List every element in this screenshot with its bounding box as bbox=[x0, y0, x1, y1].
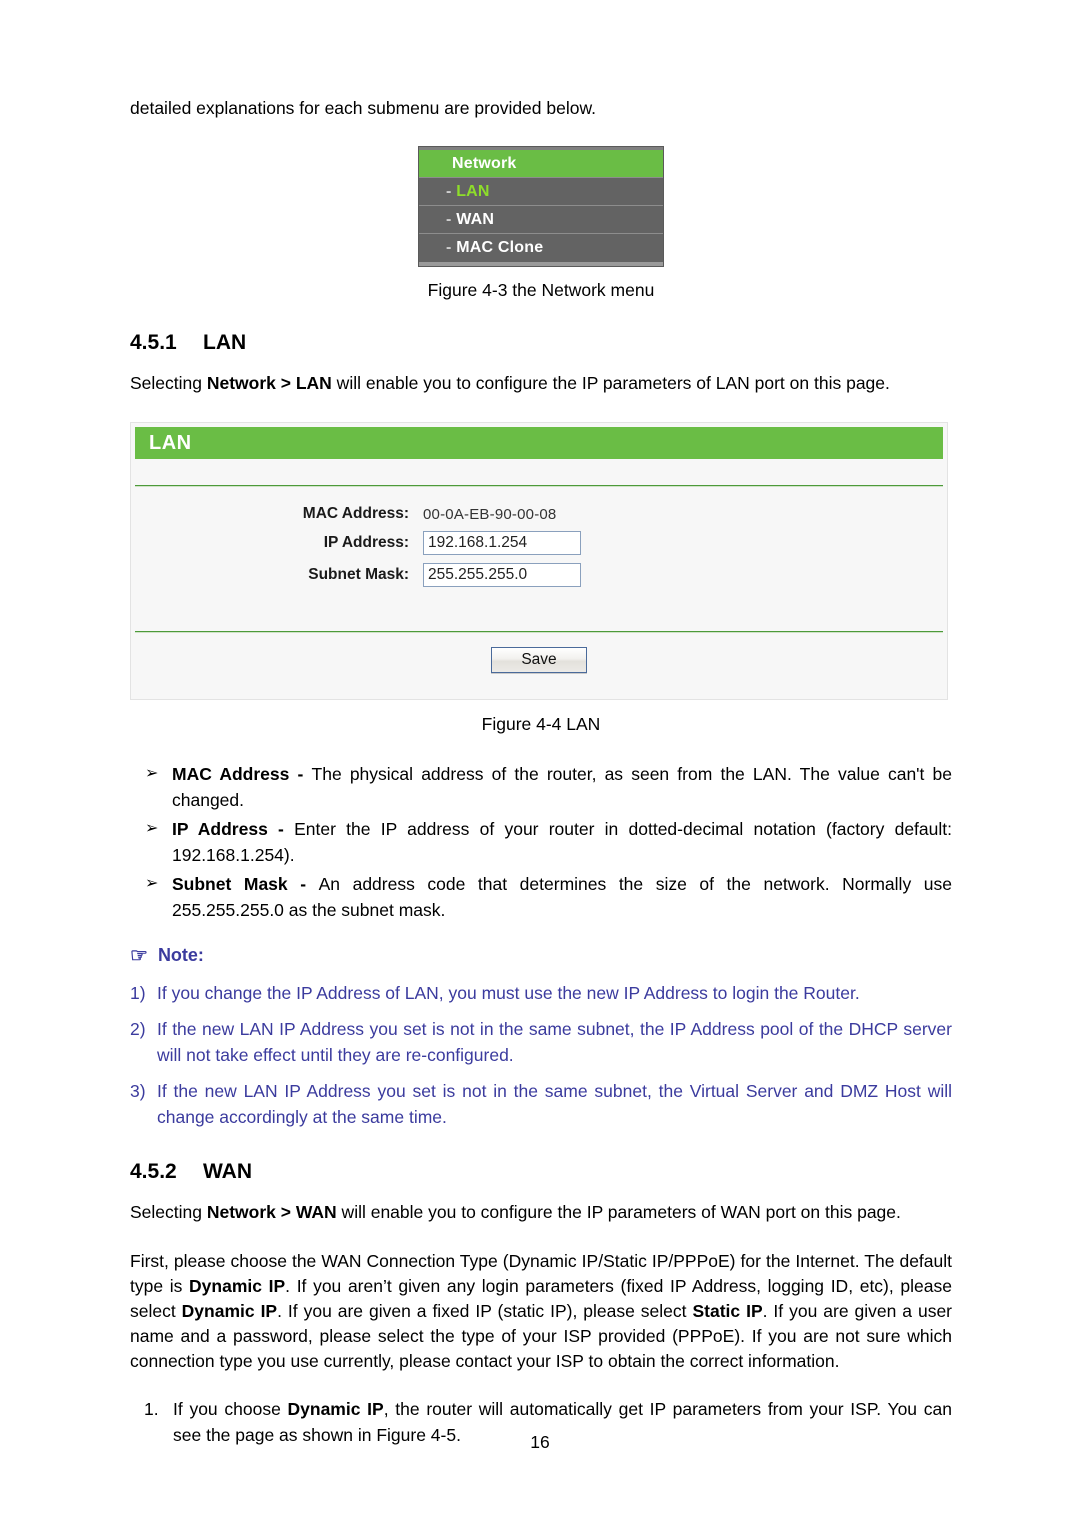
bullet-arrow-icon: ➢ bbox=[145, 820, 159, 837]
document-page: detailed explanations for each submenu a… bbox=[0, 0, 1080, 1527]
bullet-arrow-icon: ➢ bbox=[145, 765, 159, 782]
note-item-number: 1) bbox=[130, 983, 146, 1003]
menu-dash-icon: - bbox=[446, 211, 452, 228]
subnet-mask-input[interactable] bbox=[423, 563, 581, 587]
wan-intro-paragraph: Selecting Network > WAN will enable you … bbox=[130, 1200, 952, 1225]
lan-bullet-list: ➢ MAC Address - The physical address of … bbox=[130, 761, 952, 923]
note-item: 1) If you change the IP Address of LAN, … bbox=[130, 980, 952, 1006]
ip-address-input[interactable] bbox=[423, 531, 581, 555]
figure-4-3-caption: Figure 4-3 the Network menu bbox=[427, 280, 655, 300]
mac-address-value: 00-0A-EB-90-00-08 bbox=[423, 505, 557, 523]
mac-address-label: MAC Address: bbox=[302, 505, 409, 522]
network-menu-header: Network bbox=[419, 150, 663, 178]
wan-list-bold: Dynamic IP bbox=[287, 1399, 384, 1419]
section-heading-lan: 4.5.1 LAN bbox=[130, 331, 952, 355]
form-row-mac-address: MAC Address: 00-0A-EB-90-00-08 bbox=[135, 505, 943, 523]
lan-form: MAC Address: 00-0A-EB-90-00-08 IP Addres… bbox=[135, 487, 943, 605]
subnet-mask-label: Subnet Mask: bbox=[308, 566, 409, 583]
intro-paragraph: detailed explanations for each submenu a… bbox=[130, 98, 597, 118]
bullet-mac-address-term: MAC Address - bbox=[172, 764, 312, 784]
wan-body-bold-1: Dynamic IP bbox=[189, 1276, 286, 1296]
note-item-text: If you change the IP Address of LAN, you… bbox=[157, 983, 860, 1003]
section-heading-wan: 4.5.2 WAN bbox=[130, 1160, 952, 1184]
form-row-subnet-mask: Subnet Mask: bbox=[135, 563, 943, 587]
lan-panel-body: MAC Address: 00-0A-EB-90-00-08 IP Addres… bbox=[131, 485, 947, 699]
figure-4-4-caption: Figure 4-4 LAN bbox=[481, 714, 601, 734]
form-row-ip-address: IP Address: bbox=[135, 531, 943, 555]
note-item: 3) If the new LAN IP Address you set is … bbox=[130, 1078, 952, 1130]
wan-body-paragraph: First, please choose the WAN Connection … bbox=[130, 1249, 952, 1374]
lan-intro-bold: Network > LAN bbox=[206, 373, 332, 393]
note-title-label: Note: bbox=[157, 945, 204, 965]
section-title-lan: LAN bbox=[203, 331, 247, 354]
menu-dash-icon: - bbox=[446, 183, 452, 200]
note-list: 1) If you change the IP Address of LAN, … bbox=[130, 980, 952, 1130]
network-menu-item-mac-clone-label: MAC Clone bbox=[456, 239, 544, 256]
save-button[interactable]: Save bbox=[491, 647, 587, 673]
bullet-mac-address-text: MAC Address - The physical address of th… bbox=[172, 761, 952, 813]
note-item-text: If the new LAN IP Address you set is not… bbox=[157, 1019, 952, 1065]
wan-intro-bold: Network > WAN bbox=[206, 1202, 337, 1222]
network-menu-item-lan-label: LAN bbox=[456, 183, 490, 200]
wan-intro-pre: Selecting bbox=[130, 1202, 207, 1222]
ip-address-label: IP Address: bbox=[323, 534, 409, 551]
wan-intro-post: will enable you to configure the IP para… bbox=[336, 1202, 901, 1222]
pointing-hand-icon: ☞ bbox=[130, 944, 148, 967]
network-menu-box: Network - LAN - WAN - MAC Clone bbox=[419, 147, 663, 266]
note-item-number: 2) bbox=[130, 1019, 146, 1039]
bullet-ip-address-text: IP Address - Enter the IP address of you… bbox=[172, 816, 952, 868]
section-number-451: 4.5.1 bbox=[130, 331, 177, 354]
lan-intro-paragraph: Selecting Network > LAN will enable you … bbox=[130, 371, 952, 396]
wan-list-pre: If you choose bbox=[173, 1399, 288, 1419]
save-row: Save bbox=[135, 633, 943, 695]
lan-panel-title: LAN bbox=[135, 427, 943, 459]
bullet-arrow-icon: ➢ bbox=[145, 875, 159, 892]
note-item-number: 3) bbox=[130, 1081, 146, 1101]
lan-intro-post: will enable you to configure the IP para… bbox=[331, 373, 890, 393]
note-block: ☞ Note: 1) If you change the IP Address … bbox=[130, 945, 952, 1130]
network-menu-item-mac-clone[interactable]: - MAC Clone bbox=[419, 234, 663, 262]
wan-body-bold-3: Static IP bbox=[692, 1301, 763, 1321]
bullet-subnet-mask-text: Subnet Mask - An address code that deter… bbox=[172, 871, 952, 923]
network-menu-item-wan[interactable]: - WAN bbox=[419, 206, 663, 234]
menu-dash-icon: - bbox=[446, 239, 452, 256]
note-title: ☞ Note: bbox=[130, 945, 952, 966]
bullet-ip-address-term: IP Address - bbox=[172, 819, 295, 839]
bullet-subnet-mask-term: Subnet Mask - bbox=[172, 874, 319, 894]
network-menu-item-wan-label: WAN bbox=[456, 211, 495, 228]
lan-config-panel: LAN MAC Address: 00-0A-EB-90-00-08 IP Ad… bbox=[130, 422, 948, 700]
wan-body-3: . If you are given a fixed IP (static IP… bbox=[277, 1301, 693, 1321]
section-number-452: 4.5.2 bbox=[130, 1160, 177, 1183]
lan-intro-pre: Selecting bbox=[130, 373, 207, 393]
bullet-mac-address: ➢ MAC Address - The physical address of … bbox=[130, 761, 952, 813]
network-menu-item-lan[interactable]: - LAN bbox=[419, 178, 663, 206]
bullet-ip-address: ➢ IP Address - Enter the IP address of y… bbox=[130, 816, 952, 868]
figure-network-menu: Network - LAN - WAN - MAC Clone bbox=[130, 147, 952, 266]
page-number: 16 bbox=[530, 1432, 550, 1452]
section-title-wan: WAN bbox=[203, 1160, 252, 1183]
wan-body-bold-2: Dynamic IP bbox=[181, 1301, 278, 1321]
note-item: 2) If the new LAN IP Address you set is … bbox=[130, 1016, 952, 1068]
note-item-text: If the new LAN IP Address you set is not… bbox=[157, 1081, 952, 1127]
bullet-subnet-mask: ➢ Subnet Mask - An address code that det… bbox=[130, 871, 952, 923]
page-content: detailed explanations for each submenu a… bbox=[130, 96, 952, 1448]
